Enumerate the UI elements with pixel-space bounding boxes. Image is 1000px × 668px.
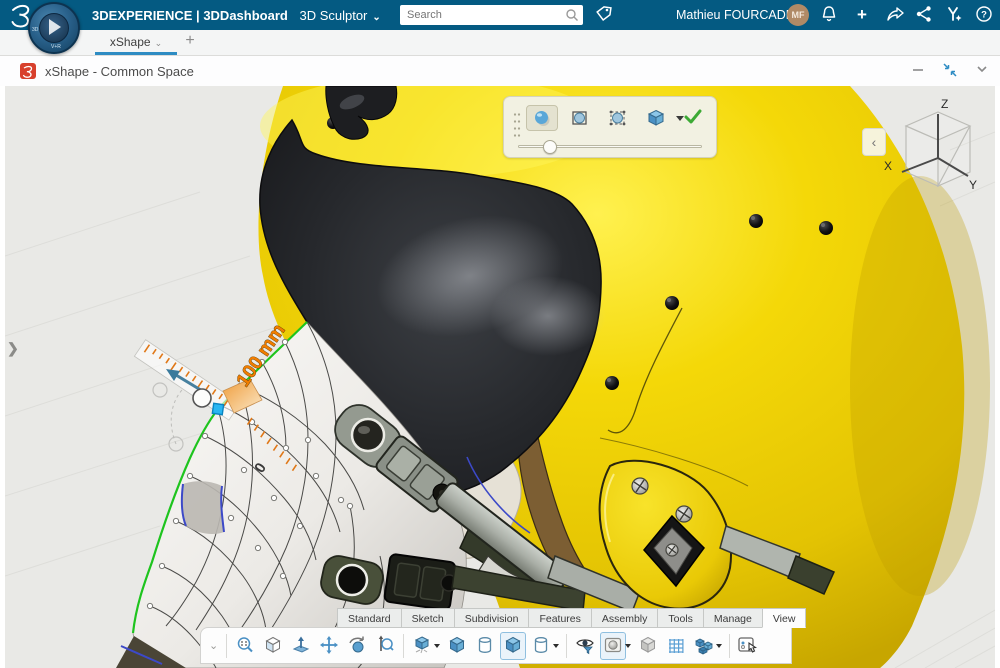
- tab-manage[interactable]: Manage: [703, 608, 762, 628]
- assembly-components-button[interactable]: [691, 632, 717, 660]
- app-tab-bar: xShape ⌄ +: [0, 30, 1000, 56]
- viewport-3d[interactable]: 100 mm 0 Z X: [5, 86, 995, 668]
- shaded-cube-button[interactable]: [444, 632, 470, 660]
- compass-vr-label: V+R: [51, 44, 61, 50]
- toolbar-collapse-chevron-icon[interactable]: ⌄: [209, 639, 218, 652]
- subdivision-level-slider[interactable]: [518, 145, 702, 148]
- toolbar-drag-handle[interactable]: [513, 111, 521, 137]
- divider: [729, 634, 730, 658]
- window-collapse-icon[interactable]: [970, 62, 994, 80]
- display-mode-cube-button[interactable]: [640, 105, 672, 131]
- assistant-icon[interactable]: [942, 5, 964, 25]
- search-icon[interactable]: [565, 8, 579, 22]
- app-title[interactable]: 3D Sculptor: [299, 8, 367, 23]
- help-icon[interactable]: ?: [973, 5, 995, 25]
- tab-standard[interactable]: Standard: [337, 608, 401, 628]
- touch-mode-panel-button[interactable]: [735, 632, 761, 660]
- app-window-header: xShape - Common Space: [0, 56, 1000, 86]
- xshape-app-icon: [20, 63, 36, 79]
- confirm-check-icon[interactable]: [682, 107, 704, 132]
- rotate-button[interactable]: [344, 632, 370, 660]
- selected-point-handle[interactable]: [212, 403, 223, 414]
- zoom-fit-button[interactable]: [232, 632, 258, 660]
- cylinder-display-button[interactable]: [528, 632, 554, 660]
- application-window: 3D V+R 3DEXPERIENCE | 3DDashboard 3D Scu…: [0, 0, 1000, 668]
- tab-sketch[interactable]: Sketch: [401, 608, 454, 628]
- tab-view[interactable]: View: [762, 608, 807, 628]
- svg-text:?: ?: [981, 10, 987, 21]
- box-display-mode-button[interactable]: [564, 105, 596, 131]
- flyout-arrow-icon[interactable]: [434, 644, 440, 648]
- notifications-bell-icon[interactable]: [818, 5, 840, 25]
- flyout-arrow-icon[interactable]: [716, 644, 722, 648]
- flyout-arrow-icon[interactable]: [625, 644, 631, 648]
- scene-canvas[interactable]: 100 mm 0 Z X: [5, 86, 995, 668]
- axis-y-label: Y: [969, 178, 977, 192]
- app-switch-chevron-icon[interactable]: ⌄: [372, 12, 380, 23]
- restore-icon[interactable]: [938, 62, 962, 80]
- network-share-icon[interactable]: [913, 5, 935, 25]
- work-grid-button[interactable]: [663, 632, 689, 660]
- tab-tools[interactable]: Tools: [657, 608, 703, 628]
- gray-cube-button[interactable]: [635, 632, 661, 660]
- share-arrow-icon[interactable]: [884, 5, 906, 25]
- divider: [226, 634, 227, 658]
- mask-indent: [182, 481, 224, 534]
- flyout-arrow-icon[interactable]: [553, 644, 559, 648]
- user-name[interactable]: Mathieu FOURCADE: [676, 8, 794, 22]
- box-and-smooth-display-mode-button[interactable]: [602, 105, 634, 131]
- shaded-display-button[interactable]: [500, 632, 526, 660]
- compass-3d-label: 3D: [32, 27, 38, 33]
- global-search: [400, 5, 583, 25]
- tab-xshape-label: xShape: [110, 35, 151, 49]
- breadcrumb: 3DEXPERIENCE | 3DDashboard 3D Sculptor ⌄: [92, 8, 381, 23]
- normal-to-button[interactable]: [288, 632, 314, 660]
- manipulator-handle[interactable]: [193, 389, 211, 407]
- active-tab-underline: [95, 52, 177, 55]
- tab-xshape[interactable]: xShape ⌄: [95, 30, 177, 55]
- shaded-with-edges-button[interactable]: [409, 632, 435, 660]
- brand-primary: 3DEXPERIENCE: [92, 8, 192, 23]
- divider: [403, 634, 404, 658]
- pan-button[interactable]: [316, 632, 342, 660]
- new-tab-button[interactable]: +: [180, 32, 200, 50]
- axis-x-label: X: [884, 159, 892, 173]
- helmet-right-shade: [850, 176, 990, 596]
- divider: [566, 634, 567, 658]
- compass-icon[interactable]: 3D V+R: [28, 2, 80, 54]
- tab-features[interactable]: Features: [528, 608, 590, 628]
- avatar[interactable]: MF: [787, 4, 809, 26]
- add-icon[interactable]: +: [851, 5, 873, 25]
- zoom-button[interactable]: [372, 632, 398, 660]
- brand-secondary[interactable]: 3DDashboard: [203, 8, 288, 23]
- cylinder-wireframe-button[interactable]: [472, 632, 498, 660]
- search-input[interactable]: [407, 7, 557, 23]
- subdiv-slider-knob[interactable]: [543, 140, 557, 154]
- view-toolbar: ⌄: [200, 627, 792, 664]
- axis-z-label: Z: [941, 97, 948, 111]
- subdivision-display-toolbar: [503, 96, 717, 158]
- window-title: xShape - Common Space: [45, 64, 194, 79]
- minimize-icon[interactable]: [906, 62, 930, 80]
- isometric-view-button[interactable]: [260, 632, 286, 660]
- tab-subdivision[interactable]: Subdivision: [454, 608, 529, 628]
- tag-icon[interactable]: [593, 5, 615, 25]
- ambient-occlusion-button[interactable]: [600, 632, 626, 660]
- action-bar-tabs: Standard Sketch Subdivision Features Ass…: [337, 608, 806, 628]
- tab-chevron-icon[interactable]: ⌄: [155, 38, 163, 48]
- tab-assembly[interactable]: Assembly: [591, 608, 658, 628]
- compass-play-icon: [49, 19, 61, 35]
- view-cube-collapse-button[interactable]: ‹: [862, 128, 886, 156]
- brand-divider: |: [196, 8, 200, 23]
- hide-show-filter-button[interactable]: [572, 632, 598, 660]
- top-bar: 3D V+R 3DEXPERIENCE | 3DDashboard 3D Scu…: [0, 0, 1000, 30]
- left-panel-expander[interactable]: ❯: [7, 340, 19, 357]
- smooth-display-mode-button[interactable]: [526, 105, 558, 131]
